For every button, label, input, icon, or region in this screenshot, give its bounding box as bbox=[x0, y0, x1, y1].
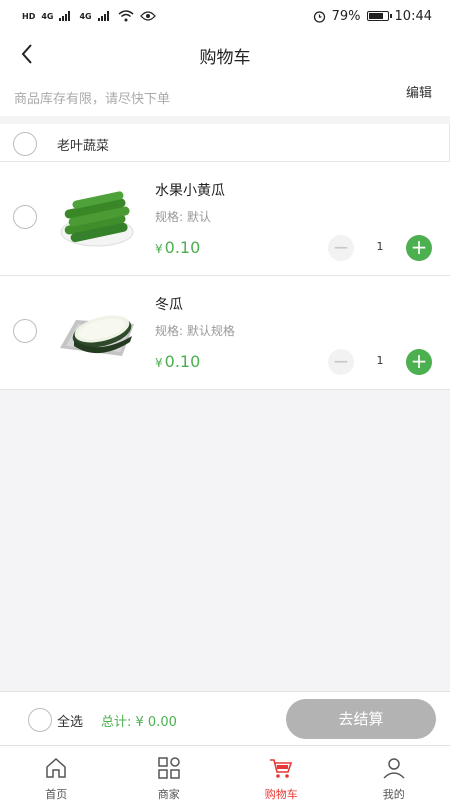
wifi-icon bbox=[118, 10, 134, 22]
back-arrow-icon[interactable] bbox=[16, 42, 40, 66]
grid-icon bbox=[158, 757, 180, 779]
battery-icon bbox=[366, 11, 392, 21]
shop-name: 老叶蔬菜 bbox=[57, 139, 110, 154]
tab-label: 我的 bbox=[382, 788, 405, 800]
decrease-quantity-button[interactable]: − bbox=[328, 235, 354, 261]
quantity-value[interactable]: 1 bbox=[366, 354, 394, 367]
alarm-icon bbox=[313, 10, 325, 23]
tab-cart[interactable]: 购物车 bbox=[225, 746, 338, 800]
item-spec: 规格: 默认 bbox=[155, 210, 211, 224]
cart-item: 冬瓜 规格: 默认规格 ¥0.10 − 1 + bbox=[0, 276, 450, 390]
cart-icon bbox=[270, 759, 293, 778]
checkout-button[interactable]: 去结算 bbox=[286, 699, 436, 739]
cart-item-list: 水果小黄瓜 规格: 默认 ¥0.10 − 1 + 冬瓜 规格: 默认规格 ¥0.… bbox=[0, 162, 450, 390]
item-select-radio[interactable] bbox=[13, 319, 37, 343]
increase-quantity-button[interactable]: + bbox=[406, 235, 432, 261]
signal-icon-2 bbox=[97, 11, 109, 21]
status-bar-left: HD 4G 4G bbox=[22, 10, 156, 22]
item-name[interactable]: 冬瓜 bbox=[155, 294, 183, 314]
increase-quantity-button[interactable]: + bbox=[406, 349, 432, 375]
cucumber-image[interactable] bbox=[58, 188, 136, 252]
price-value: 0.10 bbox=[164, 238, 201, 257]
shop-select-radio[interactable] bbox=[13, 132, 37, 156]
page-title: 购物车 bbox=[199, 47, 251, 68]
shop-header: 老叶蔬菜 bbox=[0, 124, 450, 162]
winter-melon-image[interactable] bbox=[58, 302, 136, 366]
stock-notice-text: 商品库存有限，请尽快下单 bbox=[14, 92, 171, 107]
quantity-value[interactable]: 1 bbox=[366, 240, 394, 253]
item-spec: 规格: 默认规格 bbox=[155, 324, 235, 338]
tab-home[interactable]: 首页 bbox=[0, 746, 113, 800]
currency-symbol: ¥ bbox=[155, 242, 163, 256]
battery-percent: 79% bbox=[331, 8, 361, 24]
select-all-label[interactable]: 全选 bbox=[57, 711, 83, 730]
scroll-edge bbox=[444, 124, 450, 162]
header-bar: 购物车 bbox=[0, 32, 450, 78]
bottom-tab-bar: 首页 商家 购物车 我的 bbox=[0, 745, 450, 800]
hd-badge: HD bbox=[22, 11, 36, 21]
cart-item: 水果小黄瓜 规格: 默认 ¥0.10 − 1 + bbox=[0, 162, 450, 276]
item-name[interactable]: 水果小黄瓜 bbox=[155, 180, 225, 200]
total-amount: 总计: ¥ 0.00 bbox=[101, 715, 177, 730]
network-badge: 4G bbox=[41, 11, 54, 21]
item-price: ¥0.10 bbox=[155, 352, 200, 371]
eye-icon bbox=[139, 11, 156, 21]
tab-profile[interactable]: 我的 bbox=[338, 746, 450, 800]
item-price: ¥0.10 bbox=[155, 238, 200, 257]
select-all-radio[interactable] bbox=[28, 708, 52, 732]
section-gap bbox=[0, 116, 450, 124]
currency-symbol: ¥ bbox=[155, 356, 163, 370]
tab-label: 购物车 bbox=[264, 788, 298, 800]
signal-icon bbox=[59, 11, 71, 21]
tab-merchants[interactable]: 商家 bbox=[113, 746, 226, 800]
user-icon bbox=[383, 758, 405, 779]
edit-button[interactable]: 编辑 bbox=[406, 82, 432, 101]
network-badge-2: 4G bbox=[79, 11, 92, 21]
item-select-radio[interactable] bbox=[13, 205, 37, 229]
home-icon bbox=[46, 757, 66, 778]
checkout-bar: 全选 总计: ¥ 0.00 去结算 bbox=[0, 691, 450, 745]
status-bar: HD 4G 4G 79% 10:44 bbox=[0, 0, 450, 32]
price-value: 0.10 bbox=[164, 352, 201, 371]
stock-notice-bar: 商品库存有限，请尽快下单 编辑 bbox=[0, 78, 450, 116]
clock: 10:44 bbox=[394, 8, 432, 24]
decrease-quantity-button[interactable]: − bbox=[328, 349, 354, 375]
tab-label: 商家 bbox=[157, 788, 180, 800]
status-bar-right: 79% 10:44 bbox=[313, 9, 432, 24]
tab-label: 首页 bbox=[45, 788, 68, 800]
